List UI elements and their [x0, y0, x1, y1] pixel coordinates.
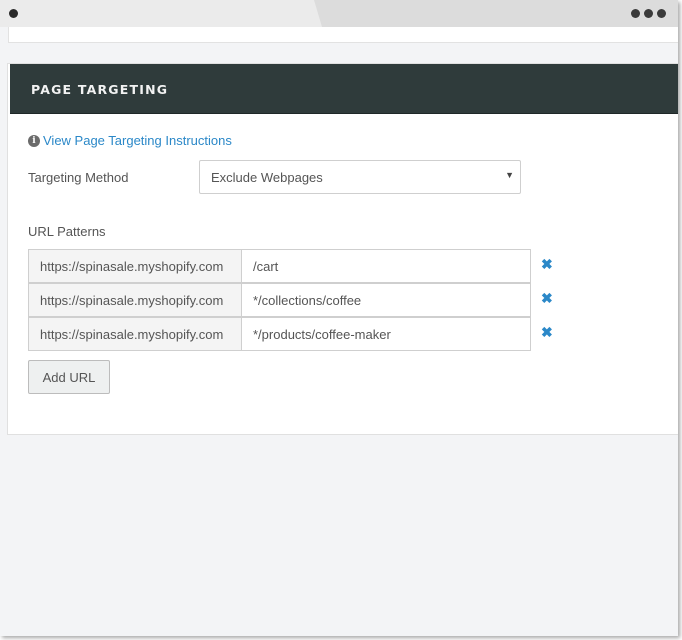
- add-url-button[interactable]: Add URL: [28, 360, 110, 394]
- browser-chrome: [0, 0, 678, 27]
- browser-window: PAGE TARGETING i View Page Targeting Ins…: [0, 0, 678, 636]
- info-circle-icon: i: [28, 134, 40, 147]
- more-options-icon[interactable]: [631, 9, 666, 18]
- close-x-icon[interactable]: ✖: [541, 257, 553, 271]
- instructions-link-label: View Page Targeting Instructions: [43, 133, 232, 148]
- url-prefix: https://spinasale.myshopify.com: [28, 249, 242, 283]
- card-header: PAGE TARGETING: [10, 64, 678, 114]
- close-x-icon[interactable]: ✖: [541, 325, 553, 339]
- instructions-link[interactable]: i View Page Targeting Instructions: [28, 133, 232, 148]
- browser-tab[interactable]: [0, 0, 322, 27]
- url-pattern-row: https://spinasale.myshopify.com */produc…: [28, 317, 553, 351]
- url-path-input[interactable]: */products/coffee-maker: [241, 317, 531, 351]
- previous-card: [8, 27, 678, 43]
- page-targeting-card: PAGE TARGETING i View Page Targeting Ins…: [7, 63, 678, 435]
- url-pattern-row: https://spinasale.myshopify.com */collec…: [28, 283, 553, 317]
- window-dot-icon: [9, 9, 18, 18]
- close-x-icon[interactable]: ✖: [541, 291, 553, 305]
- targeting-method-value: Exclude Webpages: [211, 170, 323, 185]
- caret-down-icon: ▼: [505, 170, 514, 180]
- targeting-method-label: Targeting Method: [28, 170, 129, 185]
- url-pattern-row: https://spinasale.myshopify.com /cart ✖: [28, 249, 553, 283]
- targeting-method-select[interactable]: Exclude Webpages ▼: [199, 160, 521, 194]
- url-prefix: https://spinasale.myshopify.com: [28, 317, 242, 351]
- url-path-input[interactable]: */collections/coffee: [241, 283, 531, 317]
- url-prefix: https://spinasale.myshopify.com: [28, 283, 242, 317]
- url-patterns-label: URL Patterns: [28, 224, 106, 239]
- card-title: PAGE TARGETING: [31, 82, 169, 97]
- url-path-input[interactable]: /cart: [241, 249, 531, 283]
